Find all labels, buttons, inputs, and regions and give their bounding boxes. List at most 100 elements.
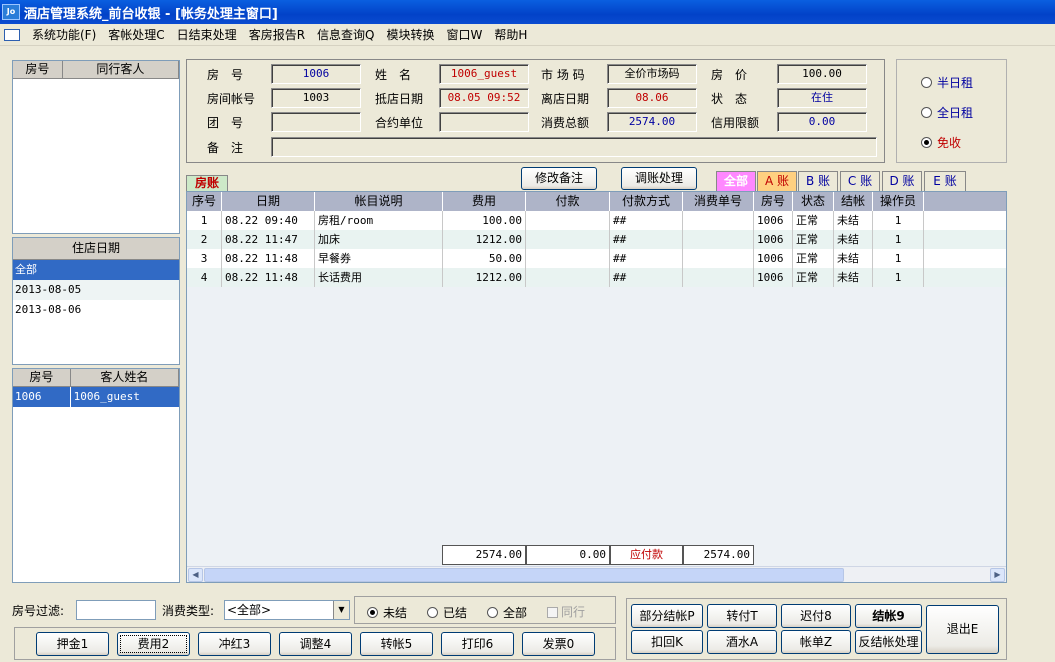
- col-operator[interactable]: 操作员: [873, 192, 924, 211]
- col-pay-method[interactable]: 付款方式: [610, 192, 683, 211]
- deduct-button[interactable]: 扣回K: [631, 630, 703, 654]
- total-field[interactable]: 2574.00: [607, 112, 697, 132]
- col-filler: [924, 192, 1006, 211]
- menu-day-end[interactable]: 日结束处理: [171, 26, 243, 43]
- remark-label: 备 注: [207, 141, 244, 155]
- late-pay-button[interactable]: 迟付8: [781, 604, 851, 628]
- room-filter-input[interactable]: [76, 600, 156, 620]
- total-fee: 2574.00: [442, 545, 526, 565]
- col-paid[interactable]: 付款: [526, 192, 610, 211]
- col-companion[interactable]: 同行客人: [63, 61, 179, 78]
- menu-info-query[interactable]: 信息查询Q: [311, 26, 380, 43]
- radio-full-day[interactable]: 全日租: [921, 104, 973, 121]
- remark-field[interactable]: [271, 137, 877, 157]
- type-filter-value: <全部>: [227, 603, 272, 617]
- scroll-thumb[interactable]: [204, 568, 844, 582]
- table-row[interactable]: 2 08.22 11:47 加床 1212.00 ## 1006 正常 未结 1: [187, 230, 1006, 249]
- type-filter-select[interactable]: <全部> ▼: [224, 600, 350, 620]
- undo-checkout-button[interactable]: 反结帐处理: [855, 630, 922, 654]
- adjust-button[interactable]: 调账处理: [621, 167, 697, 190]
- menu-system[interactable]: 系统功能(F): [26, 26, 102, 43]
- account-label: 房间帐号: [207, 92, 256, 106]
- market-field[interactable]: 全价市场码: [607, 64, 697, 84]
- radio-dot-icon: [367, 607, 378, 618]
- col-bill-no[interactable]: 消费单号: [683, 192, 754, 211]
- radio-label: 未结: [383, 606, 408, 620]
- menu-help[interactable]: 帮助H: [488, 26, 533, 43]
- tab-all[interactable]: 全部: [716, 171, 756, 191]
- transfer-button[interactable]: 转帐5: [360, 632, 433, 656]
- reverse-button[interactable]: 冲红3: [198, 632, 271, 656]
- col-date[interactable]: 日期: [222, 192, 315, 211]
- col-seq[interactable]: 序号: [187, 192, 222, 211]
- col-room[interactable]: 房号: [754, 192, 793, 211]
- bar-button[interactable]: 酒水A: [707, 630, 777, 654]
- table-row[interactable]: 3 08.22 11:48 早餐券 50.00 ## 1006 正常 未结 1: [187, 249, 1006, 268]
- invoice-button[interactable]: 发票0: [522, 632, 595, 656]
- room-no-field[interactable]: 1006: [271, 64, 361, 84]
- contract-field[interactable]: [439, 112, 529, 132]
- tab-c[interactable]: C 账: [840, 171, 880, 191]
- col-room[interactable]: 房号: [13, 369, 71, 386]
- account-field[interactable]: 1003: [271, 88, 361, 108]
- cell-date: 08.22 11:47: [222, 230, 315, 249]
- radio-free[interactable]: 免收: [921, 134, 961, 151]
- radio-label: 免收: [937, 136, 962, 150]
- credit-field[interactable]: 0.00: [777, 112, 867, 132]
- print-button[interactable]: 打印6: [441, 632, 514, 656]
- depart-field[interactable]: 08.06: [607, 88, 697, 108]
- stay-date-item[interactable]: 2013-08-06: [13, 300, 179, 320]
- arrive-field[interactable]: 08.05 09:52: [439, 88, 529, 108]
- tab-room-account[interactable]: 房账: [186, 175, 228, 191]
- menu-module-switch[interactable]: 模块转换: [380, 26, 440, 43]
- col-status[interactable]: 状态: [793, 192, 834, 211]
- stay-date-list[interactable]: 住店日期 全部 2013-08-05 2013-08-06: [12, 237, 180, 365]
- ledger-table[interactable]: 序号 日期 帐目说明 费用 付款 付款方式 消费单号 房号 状态 结帐 操作员 …: [186, 191, 1007, 583]
- transfer-pay-button[interactable]: 转付T: [707, 604, 777, 628]
- guest-list[interactable]: 房号 客人姓名 1006 1006_guest: [12, 368, 180, 583]
- fee-button[interactable]: 费用2: [117, 632, 190, 656]
- table-row[interactable]: 1 08.22 09:40 房租/room 100.00 ## 1006 正常 未结 1: [187, 211, 1006, 230]
- tab-b[interactable]: B 账: [798, 171, 838, 191]
- dropdown-arrow-icon[interactable]: ▼: [333, 601, 349, 619]
- scroll-left-icon[interactable]: ◀: [188, 568, 203, 582]
- price-field[interactable]: 100.00: [777, 64, 867, 84]
- partial-checkout-button[interactable]: 部分结帐P: [631, 604, 703, 628]
- tab-d[interactable]: D 账: [882, 171, 922, 191]
- companions-list[interactable]: 房号 同行客人: [12, 60, 180, 234]
- menu-window[interactable]: 窗口W: [441, 26, 489, 43]
- tab-e[interactable]: E 账: [924, 171, 966, 191]
- edit-remark-button[interactable]: 修改备注: [521, 167, 597, 190]
- col-guest-name[interactable]: 客人姓名: [71, 369, 179, 386]
- scroll-right-icon[interactable]: ▶: [990, 568, 1005, 582]
- tab-a[interactable]: A 账: [757, 171, 797, 191]
- status-field[interactable]: 在住: [777, 88, 867, 108]
- horizontal-scrollbar[interactable]: ◀ ▶: [187, 566, 1006, 582]
- guest-row[interactable]: 1006 1006_guest: [13, 387, 179, 407]
- filter-unsettled[interactable]: 未结: [367, 604, 407, 621]
- deposit-button[interactable]: 押金1: [36, 632, 109, 656]
- document-icon[interactable]: [4, 28, 20, 41]
- col-room[interactable]: 房号: [13, 61, 63, 78]
- filter-all[interactable]: 全部: [487, 604, 527, 621]
- stay-date-item[interactable]: 全部: [13, 260, 179, 280]
- adjust-amount-button[interactable]: 调整4: [279, 632, 352, 656]
- table-row[interactable]: 4 08.22 11:48 长话费用 1212.00 ## 1006 正常 未结 1: [187, 268, 1006, 287]
- exit-button[interactable]: 退出E: [926, 605, 999, 654]
- radio-half-day[interactable]: 半日租: [921, 74, 973, 91]
- contract-label: 合约单位: [375, 116, 424, 130]
- bill-button[interactable]: 帐单Z: [781, 630, 851, 654]
- checkout-button[interactable]: 结帐9: [855, 604, 922, 628]
- col-fee[interactable]: 费用: [443, 192, 526, 211]
- cell-date: 08.22 11:48: [222, 249, 315, 268]
- menu-guest-account[interactable]: 客帐处理C: [102, 26, 170, 43]
- stay-date-item[interactable]: 2013-08-05: [13, 280, 179, 300]
- radio-label: 全部: [503, 606, 528, 620]
- group-field[interactable]: [271, 112, 361, 132]
- name-field[interactable]: 1006_guest: [439, 64, 529, 84]
- col-desc[interactable]: 帐目说明: [315, 192, 443, 211]
- together-checkbox[interactable]: 同行: [547, 603, 585, 620]
- menu-room-report[interactable]: 客房报告R: [243, 26, 311, 43]
- filter-settled[interactable]: 已结: [427, 604, 467, 621]
- col-settle[interactable]: 结帐: [834, 192, 873, 211]
